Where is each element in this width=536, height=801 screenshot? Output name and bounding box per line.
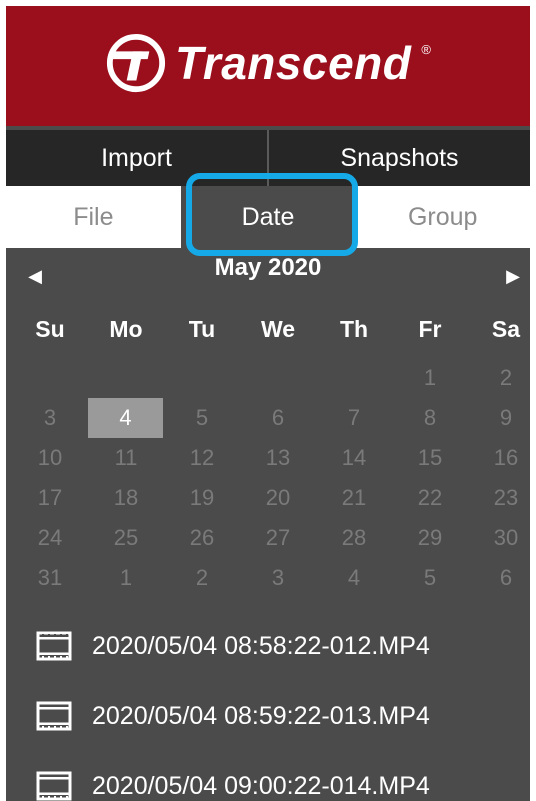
calendar-day[interactable]: 6 (240, 398, 316, 438)
calendar-day (316, 358, 392, 398)
calendar-day[interactable]: 15 (392, 438, 468, 478)
calendar-day[interactable]: 12 (164, 438, 240, 478)
tab-group[interactable]: Group (355, 186, 530, 248)
weekday-label: Sa (491, 316, 521, 342)
brand-header: Transcend ® (6, 6, 530, 126)
calendar-day (164, 358, 240, 398)
calendar-day[interactable]: 5 (392, 558, 468, 598)
calendar-day[interactable]: 20 (240, 478, 316, 518)
calendar-day[interactable]: 24 (12, 518, 88, 558)
file-name: 2020/05/04 08:58:22-012.MP4 (92, 631, 430, 660)
calendar-day[interactable]: 4 (316, 558, 392, 598)
calendar-day[interactable]: 25 (88, 518, 164, 558)
weekday-label: Th (339, 316, 369, 342)
month-navigator: ◀ May 2020 ▶ (6, 254, 530, 293)
app-panel: Transcend ® Import Snapshots File Date Gr… (6, 6, 530, 801)
calendar-day[interactable]: 9 (468, 398, 530, 438)
weekday-label: We (260, 316, 296, 342)
calendar-day[interactable]: 26 (164, 518, 240, 558)
calendar-day[interactable]: 27 (240, 518, 316, 558)
brand-logo: Transcend ® (105, 32, 431, 94)
calendar-day[interactable]: 31 (12, 558, 88, 598)
calendar-day[interactable]: 30 (468, 518, 530, 558)
calendar-day[interactable]: 2 (468, 358, 530, 398)
calendar-day[interactable]: 17 (12, 478, 88, 518)
weekday-label: Mo (109, 316, 143, 342)
calendar-day[interactable]: 6 (468, 558, 530, 598)
calendar-grid: 1 2 3 4 5 6 7 8 9 10 11 12 13 14 15 16 17 18 19 20 21 22 23 24 2… (12, 358, 530, 598)
calendar-day[interactable]: 1 (88, 558, 164, 598)
calendar-day[interactable]: 5 (164, 398, 240, 438)
weekday-label: Fr (418, 316, 442, 342)
calendar-day[interactable]: 28 (316, 518, 392, 558)
calendar-day[interactable]: 11 (88, 438, 164, 478)
tab-file[interactable]: File (6, 186, 181, 248)
weekday-label: Tu (188, 316, 216, 342)
calendar-day[interactable]: 8 (392, 398, 468, 438)
file-name: 2020/05/04 09:00:22-014.MP4 (92, 771, 430, 800)
calendar-day[interactable]: 3 (240, 558, 316, 598)
calendar-day-selected[interactable]: 4 (88, 398, 163, 438)
calendar-day[interactable]: 7 (316, 398, 392, 438)
file-name: 2020/05/04 08:59:22-013.MP4 (92, 701, 430, 730)
calendar-day[interactable]: 10 (12, 438, 88, 478)
calendar-day[interactable]: 19 (164, 478, 240, 518)
calendar-day[interactable]: 22 (392, 478, 468, 518)
calendar-day[interactable]: 13 (240, 438, 316, 478)
calendar-day[interactable]: 3 (12, 398, 88, 438)
film-icon (36, 631, 72, 661)
calendar-day[interactable]: 14 (316, 438, 392, 478)
calendar-day (12, 358, 88, 398)
file-item[interactable]: 2020/05/04 08:58:22-012.MP4 (6, 611, 530, 681)
calendar-day[interactable]: 21 (316, 478, 392, 518)
weekday-label: Su (35, 316, 65, 342)
file-list: 2020/05/04 08:58:22-012.MP4 2020/05/04 0… (6, 611, 530, 801)
transcend-logo-icon (106, 33, 166, 93)
date-tab-highlight (186, 173, 358, 256)
calendar-day[interactable]: 16 (468, 438, 530, 478)
trademark-mark: ® (421, 41, 431, 57)
weekday-header: Su Mo Tu We Th Fr Sa (12, 309, 530, 349)
film-icon (36, 771, 72, 801)
calendar-day[interactable]: 18 (88, 478, 164, 518)
calendar-day[interactable]: 1 (392, 358, 468, 398)
film-icon (36, 701, 72, 731)
brand-name: Transcend (175, 37, 412, 89)
file-item[interactable]: 2020/05/04 09:00:22-014.MP4 (6, 751, 530, 801)
calendar-day[interactable]: 29 (392, 518, 468, 558)
month-label: May 2020 (214, 254, 322, 281)
calendar-day[interactable]: 23 (468, 478, 530, 518)
file-item[interactable]: 2020/05/04 08:59:22-013.MP4 (6, 681, 530, 751)
triangle-right-icon[interactable]: ▶ (498, 259, 528, 293)
calendar-day[interactable]: 2 (164, 558, 240, 598)
calendar-day (240, 358, 316, 398)
calendar-day (88, 358, 164, 398)
